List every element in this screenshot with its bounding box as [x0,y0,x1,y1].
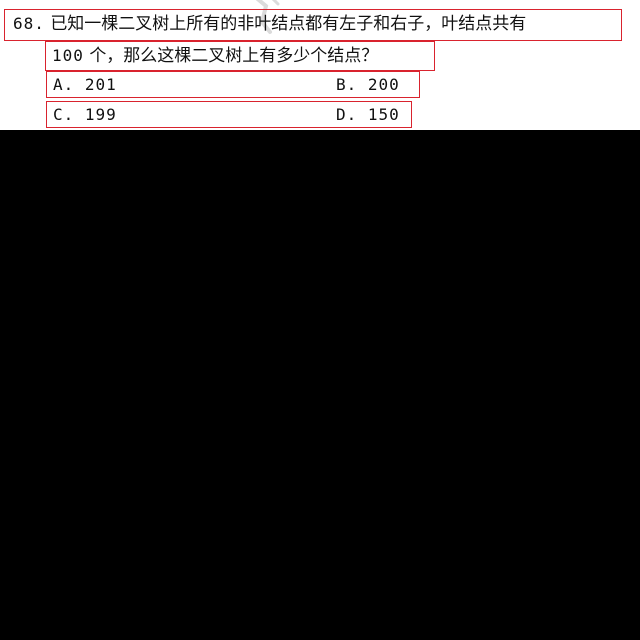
option-c-value: 199 [84,105,117,124]
question-text-line-2: 个，那么这棵二叉树上有多少个结点？ [89,46,379,66]
question-text-line-1: 已知一棵二叉树上所有的非叶结点都有左子和右子，叶结点共有 [50,14,527,34]
option-a-label: A. [53,75,75,94]
question-paper: 68. 已知一棵二叉树上所有的非叶结点都有左子和右子，叶结点共有 100 个，那… [0,0,640,130]
question-line-2: 100 个，那么这棵二叉树上有多少个结点？ [45,41,435,71]
option-c-label: C. [53,105,75,124]
option-b: B. 200 [336,77,400,93]
question-number: 68. [13,14,45,33]
option-a: A. 201 [53,77,117,93]
option-d-value: 150 [367,105,400,124]
option-b-value: 200 [367,75,400,94]
option-c: C. 199 [53,107,117,123]
question-line-1: 68. 已知一棵二叉树上所有的非叶结点都有左子和右子，叶结点共有 [4,9,622,41]
option-a-value: 201 [84,75,117,94]
leaf-count: 100 [52,46,84,65]
options-row-cd: C. 199 D. 150 [46,101,412,128]
option-d-label: D. [336,105,358,124]
screenshot-page: 68. 已知一棵二叉树上所有的非叶结点都有左子和右子，叶结点共有 100 个，那… [0,0,640,640]
options-row-ab: A. 201 B. 200 [46,71,420,98]
option-b-label: B. [336,75,358,94]
option-d: D. 150 [336,107,400,123]
